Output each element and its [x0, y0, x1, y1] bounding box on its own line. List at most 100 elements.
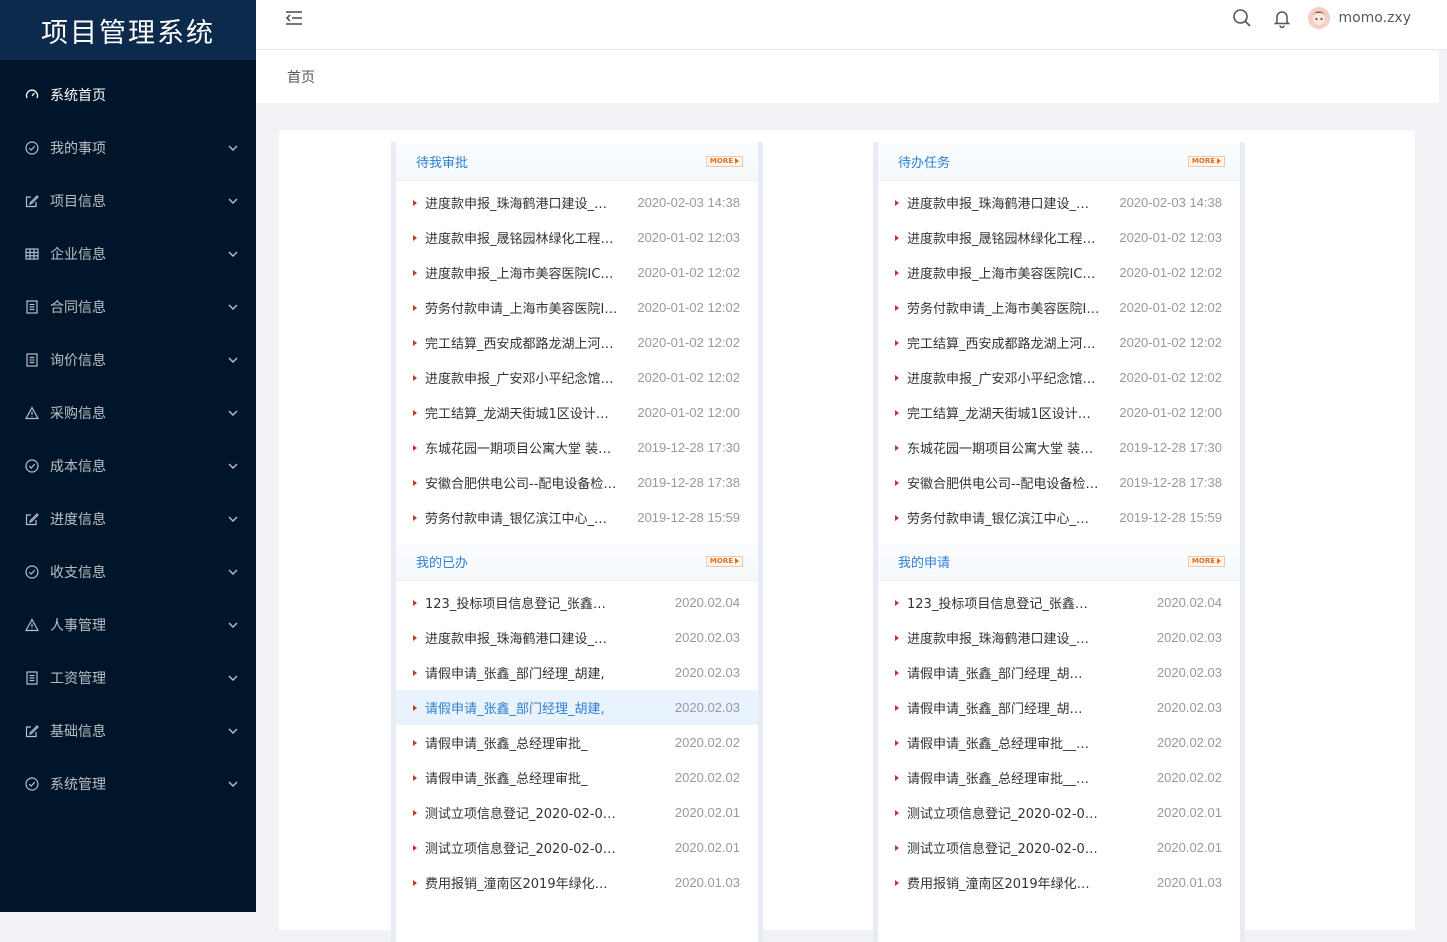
- list-item-title: 费用报销_潼南区2019年绿化…: [425, 877, 608, 892]
- bullet-icon: [895, 634, 899, 641]
- bullet-icon: [895, 704, 899, 711]
- sidebar-item-7[interactable]: 成本信息: [0, 439, 256, 492]
- sidebar-item-13[interactable]: 系统管理: [0, 757, 256, 810]
- panel-title: 待我审批: [416, 155, 469, 171]
- search-icon[interactable]: [1232, 8, 1252, 28]
- list-item[interactable]: 进度款申报_晟铭园林绿化工程… 2020-01-02 12:03: [396, 220, 758, 255]
- list-item[interactable]: 劳务付款申请_银亿滨江中心_… 2019-12-28 15:59: [878, 500, 1240, 535]
- bell-icon[interactable]: [1272, 8, 1292, 28]
- list-item[interactable]: 进度款申报_珠海鹤港口建设_… 2020-02-03 14:38: [396, 185, 758, 220]
- list-item-date: 2020.02.04: [674, 595, 740, 610]
- list-item[interactable]: 进度款申报_广安邓小平纪念馆… 2020-01-02 12:02: [878, 360, 1240, 395]
- list-item[interactable]: 请假申请_张鑫_部门经理_胡… 2020.02.03: [878, 690, 1240, 725]
- list-item[interactable]: 123_投标项目信息登记_张鑫… 2020.02.04: [878, 585, 1240, 620]
- list-item[interactable]: 进度款申报_珠海鹤港口建设_… 2020.02.03: [878, 620, 1240, 655]
- list-item[interactable]: 测试立项信息登记_2020-02-0… 2020.02.01: [396, 795, 758, 830]
- list-item[interactable]: 测试立项信息登记_2020-02-0… 2020.02.01: [878, 795, 1240, 830]
- bullet-icon: [413, 844, 417, 851]
- list-item[interactable]: 完工结算_龙湖天街城1区设计… 2020-01-02 12:00: [396, 395, 758, 430]
- list-item[interactable]: 请假申请_张鑫_总经理审批__… 2020.02.02: [878, 760, 1240, 795]
- list-item-title: 请假申请_张鑫_部门经理_胡建,: [425, 702, 605, 717]
- edit-icon: [24, 723, 40, 739]
- list-item[interactable]: 劳务付款申请_银亿滨江中心_… 2019-12-28 15:59: [396, 500, 758, 535]
- list-item[interactable]: 请假申请_张鑫_总经理审批_ 2020.02.02: [396, 725, 758, 760]
- username[interactable]: momo.zxy: [1338, 10, 1411, 26]
- more-button[interactable]: MORE: [1187, 555, 1225, 567]
- list-item-date: 2020-01-02 12:02: [1119, 265, 1222, 280]
- check-circle-icon: [24, 458, 40, 474]
- list-item[interactable]: 东城花园一期项目公寓大堂 装… 2019-12-28 17:30: [396, 430, 758, 465]
- list-item-date: 2020.02.03: [1156, 700, 1222, 715]
- list-item[interactable]: 东城花园一期项目公寓大堂 装… 2019-12-28 17:30: [878, 430, 1240, 465]
- sidebar-item-9[interactable]: 收支信息: [0, 545, 256, 598]
- sidebar-item-3[interactable]: 企业信息: [0, 227, 256, 280]
- list-item-title: 完工结算_龙湖天街城1区设计…: [907, 407, 1091, 422]
- more-button[interactable]: MORE: [705, 155, 743, 167]
- sidebar-menu: 系统首页 我的事项 项目信息 企业信息 合同信息 询价信息采购信息成本信息 进度信息 收支信息…: [0, 60, 256, 810]
- list-item-date: 2020.02.03: [674, 630, 740, 645]
- list-item[interactable]: 123_投标项目信息登记_张鑫… 2020.02.04: [396, 585, 758, 620]
- list-item[interactable]: 安徽合肥供电公司--配电设备检… 2019-12-28 17:38: [396, 465, 758, 500]
- list-item[interactable]: 费用报销_潼南区2019年绿化… 2020.01.03: [878, 865, 1240, 900]
- list-item[interactable]: 安徽合肥供电公司--配电设备检… 2019-12-28 17:38: [878, 465, 1240, 500]
- bullet-icon: [413, 339, 417, 346]
- list-item[interactable]: 进度款申报_上海市美容医院IC… 2020-01-02 12:02: [396, 255, 758, 290]
- sidebar-item-0[interactable]: 系统首页: [0, 68, 256, 121]
- more-label: MORE: [709, 557, 733, 565]
- sidebar-item-2[interactable]: 项目信息: [0, 174, 256, 227]
- sidebar-item-5[interactable]: 询价信息: [0, 333, 256, 386]
- sidebar: 项目管理系统 系统首页 我的事项 项目信息 企业信息 合同信息 询价信息 采购信息 成本信息进…: [0, 0, 256, 912]
- list-item[interactable]: 费用报销_潼南区2019年绿化… 2020.01.03: [396, 865, 758, 900]
- avatar[interactable]: [1308, 7, 1331, 29]
- list-item[interactable]: 进度款申报_晟铭园林绿化工程… 2020-01-02 12:03: [878, 220, 1240, 255]
- list-item[interactable]: 进度款申报_珠海鹤港口建设_… 2020.02.03: [396, 620, 758, 655]
- list-item[interactable]: 测试立项信息登记_2020-02-0… 2020.02.01: [878, 830, 1240, 865]
- list-item[interactable]: 请假申请_张鑫_总经理审批__… 2020.02.02: [878, 725, 1240, 760]
- bullet-icon: [895, 669, 899, 676]
- list-item[interactable]: 请假申请_张鑫_总经理审批_ 2020.02.02: [396, 760, 758, 795]
- list-item[interactable]: 完工结算_龙湖天街城1区设计… 2020-01-02 12:00: [878, 395, 1240, 430]
- sidebar-item-12[interactable]: 基础信息: [0, 704, 256, 757]
- bullet-icon: [895, 304, 899, 311]
- more-button[interactable]: MORE: [705, 555, 743, 567]
- bullet-icon: [895, 234, 899, 241]
- bullet-icon: [413, 739, 417, 746]
- sidebar-item-4[interactable]: 合同信息: [0, 280, 256, 333]
- bullet-icon: [895, 479, 899, 486]
- sidebar-item-6[interactable]: 采购信息: [0, 386, 256, 439]
- breadcrumb-current[interactable]: 首页: [287, 67, 315, 87]
- panel-border: [758, 542, 763, 942]
- list-item-date: 2020-01-02 12:02: [637, 265, 740, 280]
- list-item[interactable]: 测试立项信息登记_2020-02-0… 2020.02.01: [396, 830, 758, 865]
- list-item[interactable]: 劳务付款申请_上海市美容医院I… 2020-01-02 12:02: [396, 290, 758, 325]
- menu-fold-icon[interactable]: [284, 8, 304, 28]
- bullet-icon: [413, 669, 417, 676]
- list-item-date: 2019-12-28 17:38: [1119, 475, 1222, 490]
- sidebar-item-10[interactable]: 人事管理: [0, 598, 256, 651]
- panel-border: [758, 142, 763, 542]
- sidebar-item-8[interactable]: 进度信息: [0, 492, 256, 545]
- bullet-icon: [895, 339, 899, 346]
- list-item-date: 2020-01-02 12:02: [637, 300, 740, 315]
- list-item[interactable]: 请假申请_张鑫_部门经理_胡… 2020.02.03: [878, 655, 1240, 690]
- more-button[interactable]: MORE: [1187, 155, 1225, 167]
- list-item[interactable]: 进度款申报_上海市美容医院IC… 2020-01-02 12:02: [878, 255, 1240, 290]
- list-item[interactable]: 完工结算_西安成都路龙湖上河… 2020-01-02 12:02: [396, 325, 758, 360]
- sidebar-item-11[interactable]: 工资管理: [0, 651, 256, 704]
- list-item-title: 劳务付款申请_上海市美容医院I…: [425, 302, 618, 317]
- sidebar-item-label: 工资管理: [50, 670, 106, 687]
- list-item[interactable]: 请假申请_张鑫_部门经理_胡建, 2020.02.03: [396, 690, 758, 725]
- list-item[interactable]: 完工结算_西安成都路龙湖上河… 2020-01-02 12:02: [878, 325, 1240, 360]
- dashboard-icon: [24, 87, 40, 103]
- bullet-icon: [413, 634, 417, 641]
- list-item[interactable]: 进度款申报_珠海鹤港口建设_… 2020-02-03 14:38: [878, 185, 1240, 220]
- chevron-down-icon: [226, 247, 240, 261]
- list-item[interactable]: 请假申请_张鑫_部门经理_胡建, 2020.02.03: [396, 655, 758, 690]
- chevron-down-icon: [226, 777, 240, 791]
- sidebar-item-1[interactable]: 我的事项: [0, 121, 256, 174]
- sidebar-item-label: 采购信息: [50, 405, 106, 422]
- chevron-down-icon: [226, 194, 240, 208]
- list-item[interactable]: 劳务付款申请_上海市美容医院I… 2020-01-02 12:02: [878, 290, 1240, 325]
- more-label: MORE: [1191, 557, 1215, 565]
- list-item[interactable]: 进度款申报_广安邓小平纪念馆… 2020-01-02 12:02: [396, 360, 758, 395]
